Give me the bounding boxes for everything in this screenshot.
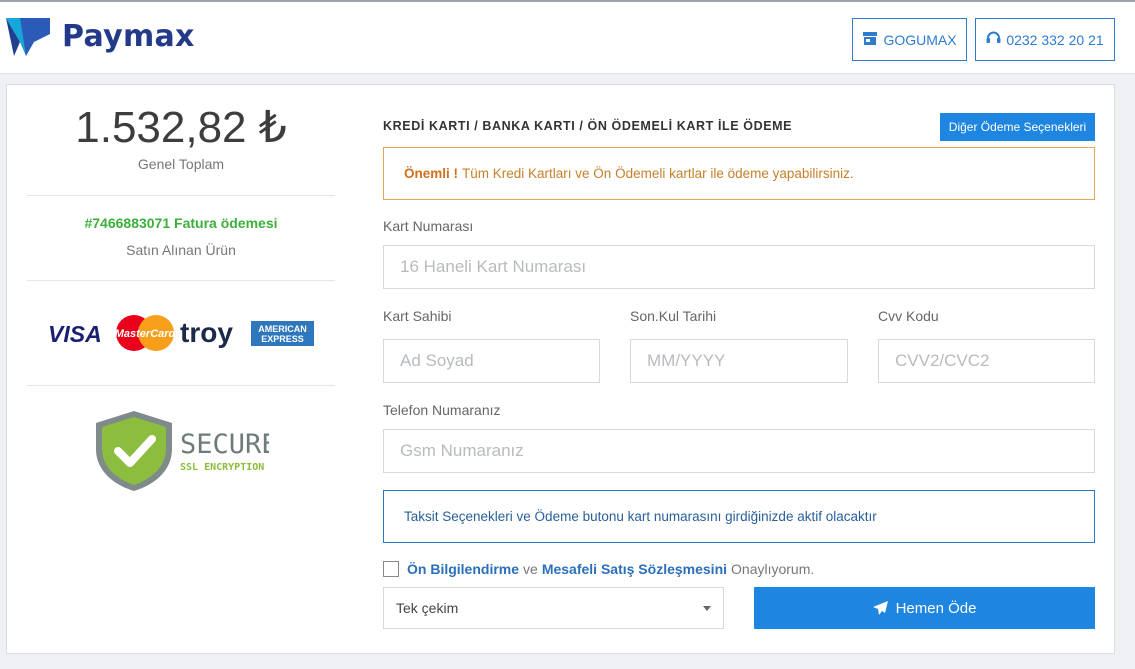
brand-name: Paymax (62, 18, 195, 54)
send-icon (872, 600, 888, 615)
agreement-checkbox[interactable] (383, 561, 399, 577)
payment-panel: 1.532,82 ₺ Genel Toplam #7466883071 Fatu… (6, 84, 1115, 654)
alert-strong: Önemli ! (404, 166, 459, 181)
card-brand-logos: VISA MasterCard troy AMERICAN EXPRESS (27, 281, 335, 385)
important-alert: Önemli ! Tüm Kredi Kartları ve Ön Ödemel… (383, 147, 1095, 200)
alert-text: Tüm Kredi Kartları ve Ön Ödemeli kartlar… (462, 166, 854, 181)
card-number-input[interactable]: 16 Haneli Kart Numarası (383, 245, 1095, 289)
installment-selected: Tek çekim (396, 600, 459, 616)
phone-label: Telefon Numaranız (383, 402, 501, 418)
installment-info: Taksit Seçenekleri ve Ödeme butonu kart … (383, 490, 1095, 543)
product-label: Satın Alınan Ürün (126, 242, 236, 258)
cvv-label: Cvv Kodu (878, 308, 939, 324)
invoice-title: #7466883071 Fatura ödemesi (84, 215, 278, 231)
holder-column: Kart Sahibi Ad Soyad (383, 308, 600, 383)
agreement-row: Ön Bilgilendirme ve Mesafeli Satış Sözle… (383, 559, 1095, 579)
agreement-conjunction: ve (523, 561, 538, 577)
headset-icon (986, 31, 1001, 48)
card-details-row: Kart Sahibi Ad Soyad Son.Kul Tarihi MM/Y… (383, 308, 1095, 383)
payment-form: KREDİ KARTI / BANKA KARTI / ÖN ÖDEMELİ K… (383, 85, 1095, 629)
top-bar: Paymax GOGUMAX 0232 332 20 21 (0, 0, 1135, 74)
troy-logo: troy (180, 317, 233, 348)
phone-input[interactable]: Gsm Numaranız (383, 429, 1095, 473)
expiry-label: Son.Kul Tarihi (630, 308, 717, 324)
card-number-label: Kart Numarası (383, 218, 474, 234)
visa-logo: VISA (48, 321, 102, 347)
cvv-column: Cvv Kodu CVV2/CVC2 (878, 308, 1095, 383)
expiry-column: Son.Kul Tarihi MM/YYYY (630, 308, 848, 383)
paymax-logo-icon (6, 18, 50, 56)
amex-logo-line2: EXPRESS (261, 334, 304, 344)
amex-logo-line1: AMERICAN (258, 324, 307, 334)
total-amount: 1.532,82 ₺ (75, 103, 287, 152)
distance-sales-link[interactable]: Mesafeli Satış Sözleşmesini (542, 561, 727, 577)
store-button-label: GOGUMAX (883, 31, 957, 48)
cvv-input[interactable]: CVV2/CVC2 (878, 339, 1095, 383)
pay-now-label: Hemen Öde (895, 599, 977, 617)
pre-information-link[interactable]: Ön Bilgilendirme (407, 561, 519, 577)
store-button[interactable]: GOGUMAX (852, 18, 967, 61)
phone-button[interactable]: 0232 332 20 21 (975, 18, 1115, 61)
order-summary: 1.532,82 ₺ Genel Toplam #7466883071 Fatu… (27, 85, 335, 516)
expiry-input[interactable]: MM/YYYY (630, 339, 848, 383)
holder-label: Kart Sahibi (383, 308, 452, 324)
store-icon (862, 31, 878, 48)
phone-button-label: 0232 332 20 21 (1006, 31, 1104, 48)
other-payment-options-button[interactable]: Diğer Ödeme Seçenekleri (940, 113, 1095, 141)
holder-input[interactable]: Ad Soyad (383, 339, 600, 383)
secure-subtitle: SSL ENCRYPTION (180, 462, 264, 473)
payment-title: KREDİ KARTI / BANKA KARTI / ÖN ÖDEMELİ K… (383, 119, 793, 133)
chevron-down-icon (703, 605, 711, 611)
payment-actions: Tek çekim Hemen Öde (383, 587, 1095, 629)
ssl-secure-badge: SECURE SSL ENCRYPTION (27, 386, 335, 516)
agreement-tail: Onaylıyorum. (731, 561, 815, 577)
mastercard-logo: MasterCard (115, 328, 176, 340)
brand-logo[interactable]: Paymax (4, 16, 195, 60)
secure-title: SECURE (180, 429, 269, 460)
payment-form-header: KREDİ KARTI / BANKA KARTI / ÖN ÖDEMELİ K… (383, 85, 1095, 147)
pay-now-button[interactable]: Hemen Öde (754, 587, 1095, 629)
total-amount-label: Genel Toplam (137, 156, 225, 172)
installment-select[interactable]: Tek çekim (383, 587, 724, 629)
divider (27, 195, 335, 196)
